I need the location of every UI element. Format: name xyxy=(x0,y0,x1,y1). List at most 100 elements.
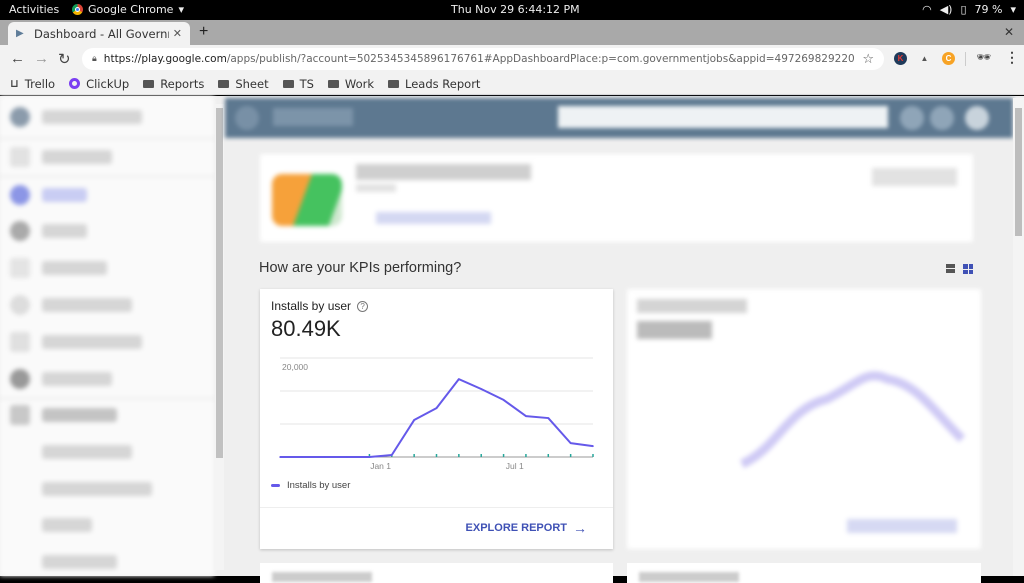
explore-report-blurred[interactable] xyxy=(847,519,957,533)
sidebar-item-active[interactable] xyxy=(10,184,87,206)
sidebar-item[interactable] xyxy=(10,331,142,353)
incognito-icon[interactable]: 🕶︎ xyxy=(976,50,991,64)
sidebar-item[interactable] xyxy=(10,404,117,426)
header-icon[interactable] xyxy=(900,106,924,130)
main-scrollbar[interactable] xyxy=(1013,98,1024,576)
bookmark-leads-report[interactable]: Leads Report xyxy=(388,77,480,91)
sidebar-scrollbar[interactable] xyxy=(215,104,224,570)
icon xyxy=(10,258,30,278)
app-subtitle-blurred xyxy=(356,184,396,192)
clock[interactable]: Thu Nov 29 6:44:12 PM xyxy=(451,3,580,16)
bookmark-reports[interactable]: Reports xyxy=(143,77,204,91)
sidebar-subitem[interactable] xyxy=(42,514,92,536)
sidebar-label-blurred xyxy=(42,408,117,422)
icon xyxy=(10,147,30,167)
x-tick-label: Jan 1 xyxy=(370,461,391,471)
bookmark-work[interactable]: Work xyxy=(327,77,374,91)
explore-report-button[interactable]: EXPLORE REPORT → xyxy=(466,520,587,536)
url-domain: https://play.google.com xyxy=(103,53,227,65)
legend-label: Installs by user xyxy=(287,480,351,491)
installs-line-chart: 20,000 Jan 1 Jul 1 xyxy=(279,357,594,471)
card-divider xyxy=(260,507,613,508)
bookmark-label: Reports xyxy=(160,76,205,91)
sidebar-subitem[interactable] xyxy=(42,551,117,573)
activities-button[interactable]: Activities xyxy=(9,3,59,16)
app-link-blurred[interactable] xyxy=(376,212,491,224)
avatar[interactable] xyxy=(965,106,989,130)
app-info-card-blurred xyxy=(260,154,973,242)
icon xyxy=(10,369,30,389)
bookmarks-bar: ⊔ Trello ClickUp Reports Sheet TS Work Le… xyxy=(0,73,1024,95)
data-point xyxy=(413,419,415,421)
sidebar-item[interactable] xyxy=(10,146,112,168)
reload-icon[interactable]: ↻ xyxy=(58,50,71,68)
search-input-blurred[interactable] xyxy=(558,106,888,128)
bookmark-sheet[interactable]: Sheet xyxy=(218,77,269,91)
folder-icon xyxy=(388,79,400,88)
bookmark-label: ClickUp xyxy=(86,76,130,91)
sidebar-item[interactable] xyxy=(10,294,132,316)
menu-icon[interactable]: ⋮ xyxy=(1005,49,1019,66)
k-extension-icon[interactable]: K xyxy=(894,52,907,65)
bookmark-label: TS xyxy=(299,76,314,91)
blurred-chart xyxy=(740,371,966,469)
data-point xyxy=(480,388,483,390)
tab-title: Dashboard - All Governm… xyxy=(34,26,169,41)
sidebar-item[interactable] xyxy=(10,368,112,390)
lock-icon: 🔒︎ xyxy=(92,54,97,64)
sidebar-subitem[interactable] xyxy=(42,478,152,500)
status-area[interactable]: ◠ ◀) ▯ 79 % ▾ xyxy=(922,3,1016,16)
icon xyxy=(10,405,30,425)
list-view-icon[interactable] xyxy=(946,264,955,273)
bookmark-star-icon[interactable]: ☆ xyxy=(862,52,874,67)
data-point xyxy=(279,456,281,458)
bookmark-clickup[interactable]: ClickUp xyxy=(69,77,129,91)
folder-icon xyxy=(327,79,339,88)
header-icon[interactable] xyxy=(930,106,954,130)
kpi-card-installs: Installs by user ? 80.49K 20,000 Jan 1 Jul… xyxy=(260,289,613,549)
sidebar-item[interactable] xyxy=(10,220,87,242)
bookmark-trello[interactable]: ⊔ Trello xyxy=(10,77,55,91)
address-bar[interactable]: 🔒︎ https://play.google.com/apps/publish/… xyxy=(82,48,884,70)
back-icon[interactable]: ← xyxy=(10,50,25,67)
sidebar-label-blurred xyxy=(42,518,92,532)
app-logo xyxy=(272,174,342,226)
scrollbar-thumb[interactable] xyxy=(1015,108,1022,236)
menu-icon[interactable] xyxy=(235,106,259,130)
new-tab-button[interactable]: + xyxy=(199,23,208,41)
header-title-blurred xyxy=(273,108,353,126)
forward-icon[interactable]: → xyxy=(34,50,49,67)
scrollbar-thumb[interactable] xyxy=(216,108,223,458)
app-name: Google Chrome xyxy=(88,3,174,16)
chevron-down-icon: ▾ xyxy=(1010,3,1016,16)
close-tab-icon[interactable]: ✕ xyxy=(173,27,182,40)
app-action-blurred[interactable] xyxy=(872,168,957,186)
tab-strip: ▶ Dashboard - All Governm… ✕ + ✕ xyxy=(0,20,1024,45)
data-point xyxy=(435,407,438,409)
browser-toolbar: ← → ↻ 🔒︎ https://play.google.com/apps/pu… xyxy=(0,45,1024,73)
app-menu[interactable]: Google Chrome ▾ xyxy=(72,3,184,16)
sidebar-label-blurred xyxy=(42,335,142,349)
grid-view-icon[interactable] xyxy=(963,264,973,274)
volume-icon: ◀) xyxy=(939,3,953,16)
data-point xyxy=(458,378,460,380)
tab-dashboard[interactable]: ▶ Dashboard - All Governm… ✕ xyxy=(8,22,190,45)
folder-icon xyxy=(282,79,294,88)
sidebar-item[interactable] xyxy=(10,257,107,279)
card-title-blurred xyxy=(272,572,372,582)
icon xyxy=(10,295,30,315)
sidebar-item[interactable] xyxy=(10,106,142,128)
bookmark-label: Trello xyxy=(24,76,56,91)
divider xyxy=(0,138,214,139)
bookmark-ts[interactable]: TS xyxy=(282,76,314,91)
cap-extension-icon[interactable]: ▲ xyxy=(918,52,931,65)
sidebar-label-blurred xyxy=(42,482,152,496)
sidebar-subitem[interactable] xyxy=(42,441,132,463)
help-icon[interactable]: ? xyxy=(357,300,369,312)
kpi-card-4 xyxy=(627,563,981,583)
battery-level: 79 % xyxy=(974,3,1003,16)
kpi-value: 80.49K xyxy=(271,316,341,341)
kpi-card-blurred xyxy=(627,289,981,549)
c-extension-icon[interactable]: C xyxy=(942,52,955,65)
close-window-icon[interactable]: ✕ xyxy=(1004,25,1014,39)
